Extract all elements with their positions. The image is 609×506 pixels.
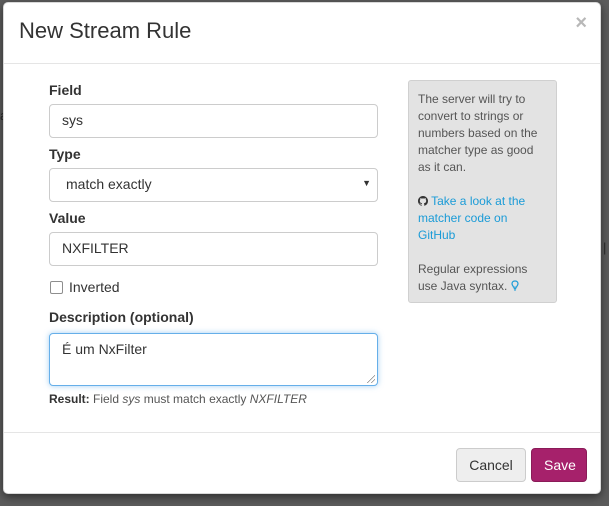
field-label: Field [49, 82, 82, 98]
description-text: É um NxFilter [62, 341, 147, 357]
new-stream-rule-modal: New Stream Rule × Field sys Type match e… [3, 2, 601, 494]
inverted-label[interactable]: Inverted [69, 279, 120, 295]
inverted-checkbox[interactable] [50, 281, 63, 294]
modal-body: Field sys Type match exactly ▼ Value NXF… [4, 64, 600, 433]
result-value: NXFILTER [249, 392, 307, 406]
help-text: The server will try to convert to string… [418, 92, 538, 174]
cancel-button[interactable]: Cancel [456, 448, 526, 482]
result-label: Result: [49, 392, 90, 406]
help-panel: The server will try to convert to string… [408, 80, 557, 303]
regex-note: Regular expressions use Java syntax. [418, 261, 547, 295]
github-link-text[interactable]: Take a look at the matcher code on GitHu… [418, 194, 525, 242]
resize-grip-icon[interactable] [367, 375, 375, 383]
backdrop-fragment: | [603, 240, 607, 255]
github-icon [418, 196, 429, 206]
description-label: Description (optional) [49, 309, 194, 325]
result-prefix: Field [93, 392, 120, 406]
save-button[interactable]: Save [531, 448, 587, 482]
result-middle: must match exactly [143, 392, 247, 406]
result-summary: Result: Field sys must match exactly NXF… [49, 392, 307, 406]
chevron-down-icon: ▼ [362, 178, 371, 188]
value-label: Value [49, 210, 86, 226]
modal-footer: Cancel Save [4, 432, 600, 495]
close-icon[interactable]: × [575, 13, 587, 33]
type-label: Type [49, 146, 81, 162]
modal-header: New Stream Rule × [4, 3, 600, 64]
result-field: sys [122, 392, 141, 406]
lightbulb-icon[interactable] [511, 280, 519, 291]
modal-title: New Stream Rule [19, 18, 192, 43]
type-selected-value: match exactly [66, 176, 152, 192]
value-input[interactable]: NXFILTER [49, 232, 378, 266]
field-input[interactable]: sys [49, 104, 378, 138]
type-select[interactable]: match exactly ▼ [49, 168, 378, 202]
github-link[interactable]: Take a look at the matcher code on GitHu… [418, 193, 547, 244]
description-textarea[interactable]: É um NxFilter [49, 333, 378, 386]
